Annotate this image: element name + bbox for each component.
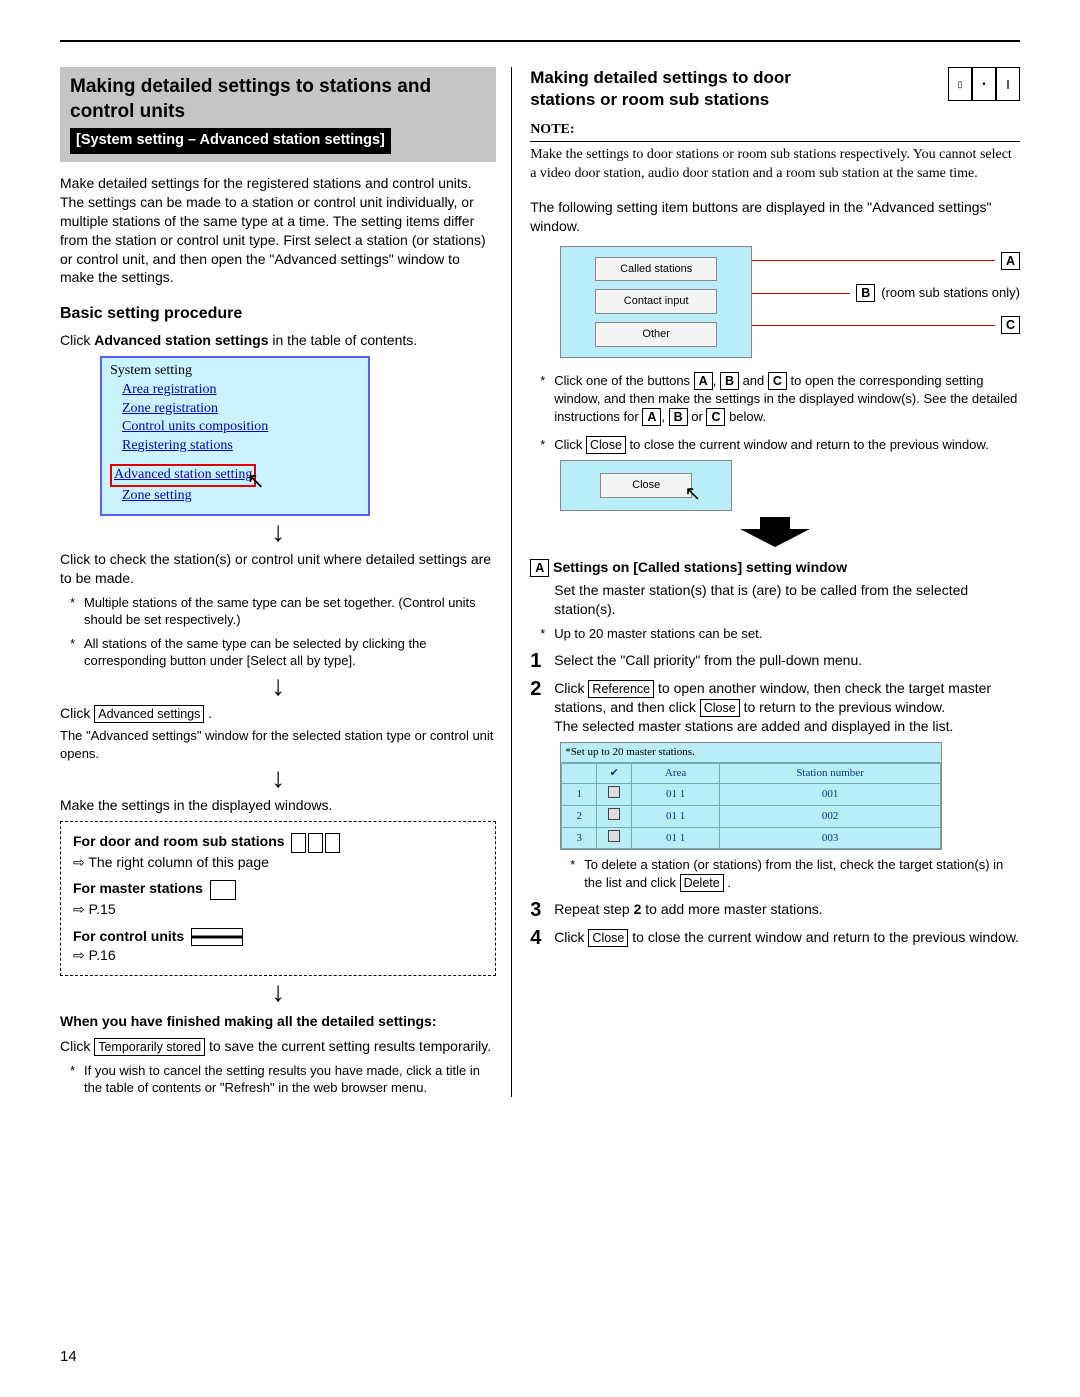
reference-button[interactable]: Reference: [588, 680, 654, 698]
table-row: 201 1002: [562, 805, 941, 827]
close-panel: Close ↖: [560, 460, 732, 511]
adv-settings-panel: Called stations Contact input Other: [560, 246, 752, 359]
contact-input-button[interactable]: Contact input: [595, 289, 717, 314]
step-1: 1 Select the "Call priority" from the pu…: [530, 651, 1020, 671]
toc-link-highlight[interactable]: Advanced station setting: [114, 466, 252, 485]
label-c: C: [1001, 316, 1020, 334]
door-stations-icon: [291, 833, 340, 853]
video-door-icon: ▯: [948, 67, 972, 101]
room-sub-icon: ∥: [996, 67, 1020, 101]
device-icons: ▯ • ∥: [948, 67, 1020, 101]
arrow-down-icon: ↓: [60, 764, 496, 792]
other-button[interactable]: Other: [595, 322, 717, 347]
note-text: Make the settings to door stations or ro…: [530, 146, 1020, 184]
click-adv-settings: Click Advanced settings .: [60, 704, 496, 723]
section-a-heading: A Settings on [Called stations] setting …: [530, 558, 1020, 577]
arrow-right-icon: ⇨: [73, 947, 85, 963]
left-title: Making detailed settings to stations and…: [70, 75, 486, 124]
cursor-icon: ↖: [684, 481, 701, 508]
table-row: 301 1003: [562, 827, 941, 849]
close-button[interactable]: Close: [600, 473, 692, 498]
big-arrow-down-icon: [530, 517, 1020, 552]
left-intro: Make detailed settings for the registere…: [60, 174, 496, 287]
step-2: 2 Click Reference to open another window…: [530, 679, 1020, 736]
page-number: 14: [60, 1347, 77, 1367]
label-a: A: [1001, 252, 1020, 270]
table-caption: *Set up to 20 master stations.: [561, 743, 941, 763]
arrow-down-icon: ↓: [60, 978, 496, 1006]
make-settings-text: Make the settings in the displayed windo…: [60, 796, 496, 815]
left-subtitle: [System setting – Advanced station setti…: [70, 128, 391, 154]
step-3: 3 Repeat step 2 to add more master stati…: [530, 900, 1020, 920]
table-row: 101 1001: [562, 783, 941, 805]
arrow-right-icon: ⇨: [73, 901, 85, 917]
advanced-settings-button[interactable]: Advanced settings: [94, 705, 204, 723]
label-b: B: [856, 284, 875, 302]
toc-link[interactable]: Registering stations: [122, 437, 360, 456]
close-button-ref3[interactable]: Close: [588, 929, 628, 947]
step-4: 4 Click Close to close the current windo…: [530, 928, 1020, 948]
row-checkbox[interactable]: [608, 808, 620, 820]
master-stations-table: *Set up to 20 master stations. ✔ Area St…: [560, 742, 942, 850]
click-check-text: Click to check the station(s) or control…: [60, 550, 496, 588]
arrow-down-icon: ↓: [60, 672, 496, 700]
called-stations-button[interactable]: Called stations: [595, 257, 717, 282]
close-button-ref[interactable]: Close: [586, 436, 626, 454]
toc-link[interactable]: Control units composition: [122, 418, 360, 437]
bullet-note: *Multiple stations of the same type can …: [70, 594, 496, 629]
note-label: NOTE:: [530, 121, 1020, 142]
dashed-box: For door and room sub stations ⇨ The rig…: [60, 821, 496, 976]
basic-procedure-heading: Basic setting procedure: [60, 303, 496, 325]
toc-header: System setting: [110, 362, 360, 381]
section-a-desc: Set the master station(s) that is (are) …: [554, 581, 1020, 619]
bullet-open: * Click one of the buttons A, B and C to…: [540, 372, 1020, 426]
toc-box: System setting Area registration Zone re…: [100, 356, 370, 516]
delete-note: * To delete a station (or stations) from…: [570, 856, 1020, 892]
row-checkbox[interactable]: [608, 786, 620, 798]
audio-door-icon: •: [972, 67, 996, 101]
delete-button[interactable]: Delete: [680, 874, 724, 892]
cancel-note: *If you wish to cancel the setting resul…: [70, 1062, 496, 1097]
finished-heading: When you have finished making all the de…: [60, 1012, 496, 1031]
after-click-text: The "Advanced settings" window for the s…: [60, 727, 496, 762]
right-title: Making detailed settings to door station…: [530, 67, 850, 111]
section-a-note: *Up to 20 master stations can be set.: [540, 625, 1020, 643]
click-temp-text: Click Temporarily stored to save the cur…: [60, 1037, 496, 1056]
temporarily-stored-button[interactable]: Temporarily stored: [94, 1038, 205, 1056]
master-station-icon: [210, 880, 236, 900]
close-button-ref2[interactable]: Close: [700, 699, 740, 717]
toc-link[interactable]: Zone setting: [122, 487, 360, 506]
toc-link[interactable]: Area registration: [122, 381, 360, 400]
row-checkbox[interactable]: [608, 830, 620, 842]
click-adv-text: Click Advanced station settings in the t…: [60, 331, 496, 350]
arrow-down-icon: ↓: [60, 518, 496, 546]
left-gray-header: Making detailed settings to stations and…: [60, 67, 496, 162]
following-text: The following setting item buttons are d…: [530, 198, 1020, 236]
toc-link[interactable]: Zone registration: [122, 400, 360, 419]
control-unit-icon: [191, 928, 243, 946]
arrow-right-icon: ⇨: [73, 854, 85, 870]
bullet-close: * Click Close to close the current windo…: [540, 436, 1020, 454]
cursor-icon: ↖: [246, 466, 264, 496]
bullet-note: *All stations of the same type can be se…: [70, 635, 496, 670]
